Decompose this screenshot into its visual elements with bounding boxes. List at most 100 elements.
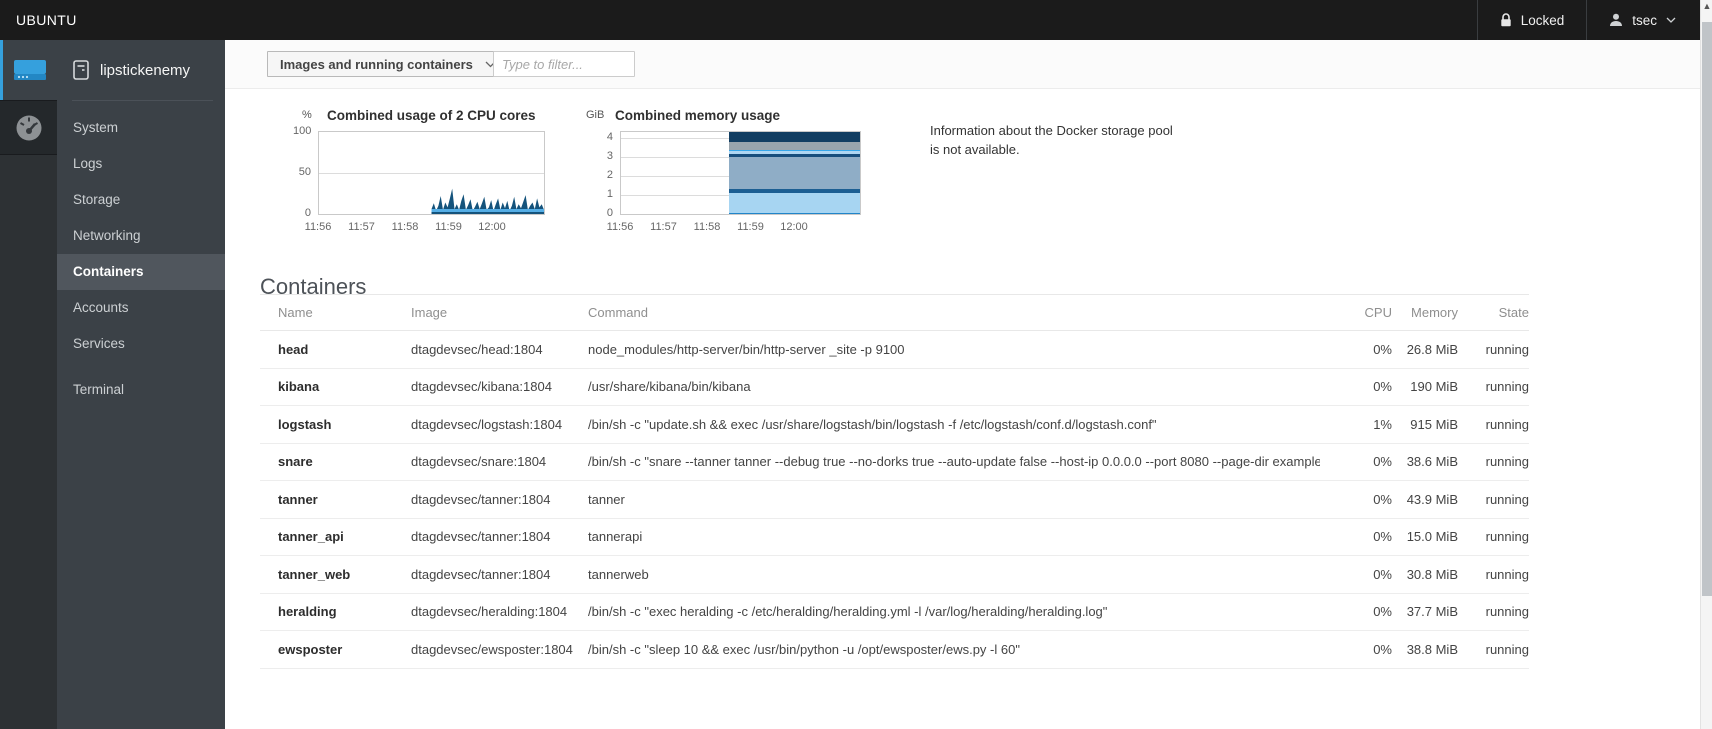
lock-icon bbox=[1500, 13, 1511, 27]
sidebar-item-networking[interactable]: Networking bbox=[57, 218, 225, 254]
cell-image: dtagdevsec/tanner:1804 bbox=[411, 529, 551, 545]
y-axis-tick: 2 bbox=[606, 168, 613, 181]
cell-cpu: 0% bbox=[1373, 641, 1392, 657]
username: tsec bbox=[1632, 12, 1657, 28]
table-row[interactable]: tanner_api dtagdevsec/tanner:1804 tannerap… bbox=[260, 518, 1529, 556]
hostname: lipstickenemy bbox=[100, 61, 191, 79]
cell-cpu: 0% bbox=[1373, 341, 1392, 357]
cell-cpu: 0% bbox=[1373, 379, 1392, 395]
cpu-chart-unit: % bbox=[302, 109, 312, 121]
cell-memory: 15.0 MiB bbox=[1406, 529, 1458, 545]
machines-nav-button[interactable] bbox=[0, 40, 57, 100]
user-menu[interactable]: tsec bbox=[1586, 0, 1698, 40]
sidebar-item-services[interactable]: Services bbox=[57, 326, 225, 362]
column-header-state: State bbox=[1498, 305, 1529, 320]
cell-command: node_modules/http-server/bin/http-server… bbox=[588, 341, 905, 357]
chevron-down-icon bbox=[1666, 17, 1676, 23]
sidebar-item-accounts[interactable]: Accounts bbox=[57, 290, 225, 326]
cell-name: tanner_api bbox=[278, 529, 344, 545]
x-axis-tick: 11:59 bbox=[737, 221, 764, 233]
table-row[interactable]: snare dtagdevsec/snare:1804/bin/sh -c "sn… bbox=[260, 443, 1529, 481]
content-area: Images and running containers % Combined… bbox=[225, 40, 1700, 729]
x-axis-tick: 12:00 bbox=[780, 221, 808, 233]
x-axis-tick: 11:57 bbox=[348, 221, 375, 233]
memory-chart: GiB Combined memory usage 0 1 2 3 4 11:56 11:5… bbox=[570, 104, 910, 254]
cell-memory: 37.7 MiB bbox=[1406, 604, 1458, 620]
cell-command: tannerweb bbox=[588, 566, 649, 582]
memory-layer bbox=[728, 189, 860, 193]
table-row[interactable]: kibana dtagdevsec/kibana:1804/usr/share/k… bbox=[260, 368, 1529, 406]
x-axis-tick: 11:59 bbox=[435, 221, 462, 233]
cell-state: running bbox=[1485, 566, 1529, 582]
table-row[interactable]: tanner dtagdevsec/tanner:1804 tanner 0% 43.9… bbox=[260, 481, 1529, 519]
memory-layer bbox=[728, 141, 860, 150]
cpu-usage-series bbox=[431, 188, 544, 214]
cell-cpu: 1% bbox=[1373, 416, 1392, 432]
table-row[interactable]: head dtagdevsec/head:1804 node_modules/htt… bbox=[260, 331, 1529, 369]
scrollbar-up-arrow[interactable]: ▲ bbox=[1701, 1, 1712, 11]
cell-state: running bbox=[1485, 529, 1529, 545]
cell-command: /bin/sh -c "exec heralding -c /etc/heral… bbox=[588, 604, 1108, 620]
column-header-command: Command bbox=[588, 305, 648, 320]
table-row[interactable]: tanner_web dtagdevsec/tanner:1804 tannerwe… bbox=[260, 556, 1529, 594]
cell-memory: 43.9 MiB bbox=[1406, 491, 1458, 507]
sidebar-item-containers[interactable]: Containers bbox=[57, 254, 225, 290]
cell-name: heralding bbox=[278, 604, 337, 620]
locked-label: Locked bbox=[1520, 12, 1565, 28]
cell-memory: 38.8 MiB bbox=[1406, 641, 1458, 657]
cell-image: dtagdevsec/snare:1804 bbox=[411, 454, 547, 470]
y-axis-tick: 4 bbox=[606, 130, 613, 143]
memory-chart-unit: GiB bbox=[586, 109, 605, 121]
cell-image: dtagdevsec/kibana:1804 bbox=[411, 379, 552, 395]
cell-command: tannerapi bbox=[588, 529, 643, 545]
page-scrollbar[interactable]: ▲ bbox=[1700, 0, 1712, 729]
sidebar-item-system[interactable]: System bbox=[57, 110, 225, 146]
sidebar-item-storage[interactable]: Storage bbox=[57, 182, 225, 218]
cell-command: /bin/sh -c "update.sh && exec /usr/share… bbox=[588, 416, 1157, 432]
cell-state: running bbox=[1485, 379, 1529, 395]
dashboard-gauge-icon bbox=[16, 115, 41, 140]
cell-image: dtagdevsec/ewsposter:1804 bbox=[411, 641, 573, 657]
memory-layer bbox=[728, 153, 860, 157]
cell-state: running bbox=[1485, 604, 1529, 620]
sidebar-divider bbox=[72, 100, 213, 101]
x-axis-tick: 11:58 bbox=[693, 221, 721, 233]
table-row[interactable]: logstash dtagdevsec/logstash:1804/bin/sh … bbox=[260, 406, 1529, 444]
cell-command: tanner bbox=[588, 491, 625, 507]
cell-command: /bin/sh -c "sleep 10 && exec /usr/bin/py… bbox=[588, 641, 1020, 657]
column-header-memory: Memory bbox=[1411, 305, 1458, 320]
table-row[interactable]: ewsposter dtagdevsec/ewsposter:1804/bin/s… bbox=[260, 631, 1529, 669]
table-header-row: Name Image Command CPU Memory State bbox=[260, 294, 1529, 331]
scrollbar-thumb[interactable] bbox=[1702, 22, 1712, 596]
dashboard-nav-button[interactable] bbox=[0, 100, 57, 155]
host-selector[interactable]: lipstickenemy bbox=[57, 40, 225, 100]
memory-layer bbox=[728, 151, 860, 154]
cell-cpu: 0% bbox=[1373, 454, 1392, 470]
storage-pool-info-line2: is not available. bbox=[930, 142, 1020, 157]
cell-name: kibana bbox=[278, 379, 320, 395]
machine-icon bbox=[14, 60, 46, 80]
cpu-chart-title: Combined usage of 2 CPU cores bbox=[327, 108, 536, 123]
cell-name: snare bbox=[278, 454, 313, 470]
storage-pool-info: Information about the Docker storage poo… bbox=[930, 121, 1260, 159]
cell-cpu: 0% bbox=[1373, 491, 1392, 507]
cell-image: dtagdevsec/head:1804 bbox=[411, 341, 543, 357]
cell-state: running bbox=[1485, 491, 1529, 507]
sidebar-item-terminal[interactable]: Terminal bbox=[57, 372, 225, 408]
sidebar-item-logs[interactable]: Logs bbox=[57, 146, 225, 182]
cell-cpu: 0% bbox=[1373, 566, 1392, 582]
cell-name: tanner_web bbox=[278, 566, 351, 582]
cell-image: dtagdevsec/heralding:1804 bbox=[411, 604, 568, 620]
cell-memory: 190 MiB bbox=[1410, 379, 1458, 395]
containers-filter-dropdown[interactable]: Images and running containers bbox=[267, 51, 509, 77]
cell-name: ewsposter bbox=[278, 641, 343, 657]
sidebar-nav: System Logs Storage Networking Containers Acc… bbox=[57, 110, 225, 408]
memory-layer bbox=[728, 132, 860, 142]
memory-layer bbox=[728, 212, 860, 214]
filter-input[interactable] bbox=[493, 51, 635, 77]
locked-indicator[interactable]: Locked bbox=[1476, 0, 1587, 40]
user-icon bbox=[1610, 13, 1623, 26]
table-row[interactable]: heralding dtagdevsec/heralding:1804/bin/s… bbox=[260, 593, 1529, 631]
cell-name: tanner bbox=[278, 491, 318, 507]
cell-state: running bbox=[1485, 416, 1529, 432]
